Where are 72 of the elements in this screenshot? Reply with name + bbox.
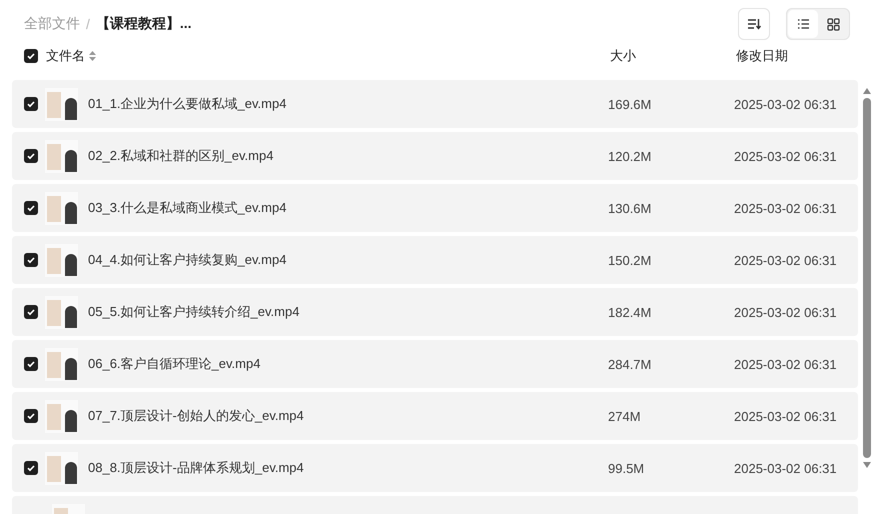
video-thumbnail [45,452,78,484]
file-row[interactable]: 02_2.私域和社群的区别_ev.mp4 120.2M 2025-03-02 06:31 [12,132,858,180]
checkmark-icon [26,307,36,317]
modified-date: 2025-03-02 06:31 [734,460,838,476]
file-row[interactable]: 06_6.客户自循环理论_ev.mp4 284.7M 2025-03-02 06:31 [12,340,858,388]
file-name: 06_6.客户自循环理论_ev.mp4 [88,355,262,373]
file-name: 05_5.如何让客户持续转介绍_ev.mp4 [88,303,300,321]
modified-date: 2025-03-02 06:31 [734,148,838,164]
checkbox[interactable] [24,305,38,319]
file-row[interactable]: 08_8.顶层设计-品牌体系规划_ev.mp4 99.5M 2025-03-02 06:31 [12,444,858,492]
modified-date: 2025-03-02 06:31 [734,252,838,268]
file-row[interactable]: 05_5.如何让客户持续转介绍_ev.mp4 182.4M 2025-03-02 06:31 [12,288,858,336]
sort-button[interactable] [738,8,770,40]
checkbox[interactable] [24,49,38,63]
checkmark-icon [26,51,36,61]
file-name: 03_3.什么是私域商业模式_ev.mp4 [88,199,288,217]
modified-date: 2025-03-02 06:31 [734,96,838,112]
checkbox[interactable] [24,461,38,475]
file-size: 99.5M [608,460,646,476]
checkmark-icon [26,359,36,369]
file-name: 07_7.顶层设计-创始人的发心_ev.mp4 [88,407,305,425]
column-header[interactable]: 文件名 [46,47,85,65]
checkmark-icon [26,411,36,421]
video-thumbnail [45,348,78,380]
file-row[interactable]: 03_3.什么是私域商业模式_ev.mp4 130.6M 2025-03-02 06:31 [12,184,858,232]
checkbox[interactable] [24,97,38,111]
file-name: 08_8.顶层设计-品牌体系规划_ev.mp4 [88,459,305,477]
video-thumbnail [45,296,78,328]
video-thumbnail [45,88,78,120]
file-row[interactable]: 04_4.如何让客户持续复购_ev.mp4 150.2M 2025-03-02 06:31 [12,236,858,284]
file-name: 02_2.私域和社群的区别_ev.mp4 [88,147,274,165]
list-icon [796,18,810,30]
list-view-button[interactable] [788,10,818,38]
checkbox[interactable] [24,357,38,371]
file-row[interactable]: 07_7.顶层设计-创始人的发心_ev.mp4 274M 2025-03-02 06:31 [12,392,858,440]
file-size: 284.7M [608,356,652,372]
checkmark-icon [26,203,36,213]
file-name: 01_1.企业为什么要做私域_ev.mp4 [88,95,288,113]
file-size: 182.4M [608,304,652,320]
sort-icon [747,17,761,31]
checkbox[interactable] [24,201,38,215]
file-name: 04_4.如何让客户持续复购_ev.mp4 [88,251,288,269]
video-thumbnail [45,244,78,276]
file-size: 274M [608,408,642,424]
checkmark-icon [26,151,36,161]
video-thumbnail [45,192,78,224]
checkbox[interactable] [24,409,38,423]
file-size: 150.2M [608,252,652,268]
sort-arrows-icon[interactable] [89,51,96,61]
modified-date: 2025-03-02 06:31 [734,356,838,372]
scroll-down-icon[interactable] [863,462,871,468]
column-header[interactable]: 修改日期 [736,47,856,65]
breadcrumb-separator: / [86,16,90,32]
scrollbar-thumb[interactable] [863,98,871,458]
scroll-up-icon[interactable] [863,88,871,94]
modified-date: 2025-03-02 06:31 [734,200,838,216]
modified-date: 2025-03-02 06:31 [734,408,838,424]
breadcrumb-item: 【课程教程】... [96,15,192,33]
checkmark-icon [26,99,36,109]
checkmark-icon [26,255,36,265]
grid-icon [826,18,840,30]
file-row[interactable]: 01_1.企业为什么要做私域_ev.mp4 169.6M 2025-03-02 06:31 [12,80,858,128]
checkbox[interactable] [24,253,38,267]
checkbox[interactable] [24,149,38,163]
file-size: 120.2M [608,148,652,164]
file-size: 130.6M [608,200,652,216]
video-thumbnail [45,140,78,172]
modified-date: 2025-03-02 06:31 [734,304,838,320]
file-size: 169.6M [608,96,652,112]
column-header[interactable]: 大小 [610,47,736,65]
checkmark-icon [26,463,36,473]
video-thumbnail [45,400,78,432]
